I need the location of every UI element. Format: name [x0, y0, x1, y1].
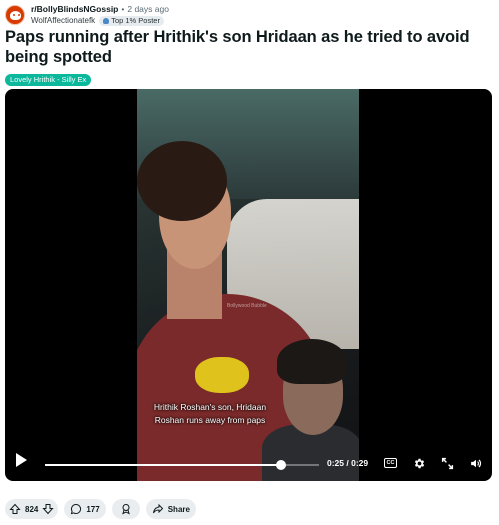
post-header: r/BollyBlindsNGossip • 2 days ago WolfAf… — [5, 4, 169, 26]
seek-bar[interactable] — [45, 460, 319, 470]
comments-button[interactable]: 177 — [64, 499, 106, 519]
comment-count: 177 — [86, 504, 100, 514]
post-title[interactable]: Paps running after Hrithik's son Hridaan… — [5, 27, 495, 67]
seek-bar-thumb[interactable] — [276, 460, 287, 470]
video-player[interactable]: Bollywood Bubble Hrithik Roshan's son, H… — [5, 89, 492, 481]
video-controls: 0:25 / 0:29 CC — [5, 439, 492, 481]
award-icon — [121, 504, 130, 515]
fullscreen-icon[interactable] — [441, 457, 454, 470]
person-hair — [137, 141, 227, 221]
author-link[interactable]: WolfAffectionatefk — [31, 15, 95, 26]
share-label: Share — [167, 504, 190, 514]
seek-bar-progress — [45, 464, 282, 466]
play-icon[interactable] — [16, 453, 27, 467]
post-meta: r/BollyBlindsNGossip • 2 days ago WolfAf… — [31, 4, 169, 26]
timecode: 0:25 / 0:29 — [327, 458, 369, 468]
subreddit-avatar[interactable] — [5, 5, 25, 25]
caption-line-1: Hrithik Roshan's son, Hridaan — [153, 402, 267, 412]
subreddit-link[interactable]: r/BollyBlindsNGossip — [31, 4, 118, 15]
comment-icon — [71, 503, 82, 515]
post-time: 2 days ago — [127, 4, 169, 14]
video-caption: Hrithik Roshan's son, Hridaan Roshan run… — [145, 401, 275, 427]
upvote-count: 824 — [25, 504, 39, 514]
upvote-icon[interactable] — [9, 503, 21, 515]
gear-icon[interactable] — [413, 457, 426, 470]
share-button[interactable]: Share — [145, 499, 196, 519]
downvote-icon[interactable] — [42, 503, 54, 515]
share-icon — [152, 503, 163, 514]
volume-icon[interactable] — [469, 457, 483, 470]
cc-icon[interactable]: CC — [384, 458, 397, 468]
post-actions: 824 177 Share — [5, 499, 202, 519]
shirt-print — [195, 357, 249, 393]
author-badge: Top 1% Poster — [99, 15, 164, 26]
post-flair[interactable]: Lovely Hrithik - Silly Ex — [5, 74, 92, 86]
separator-dot: • — [121, 4, 125, 14]
author-badge-label: Top 1% Poster — [111, 16, 160, 25]
vote-bar: 824 — [5, 499, 59, 519]
inset-hair — [277, 339, 347, 384]
caption-line-2: Roshan runs away from paps — [154, 415, 266, 425]
top-poster-icon — [103, 17, 110, 24]
video-watermark: Bollywood Bubble — [227, 303, 267, 309]
award-button[interactable] — [111, 499, 140, 519]
